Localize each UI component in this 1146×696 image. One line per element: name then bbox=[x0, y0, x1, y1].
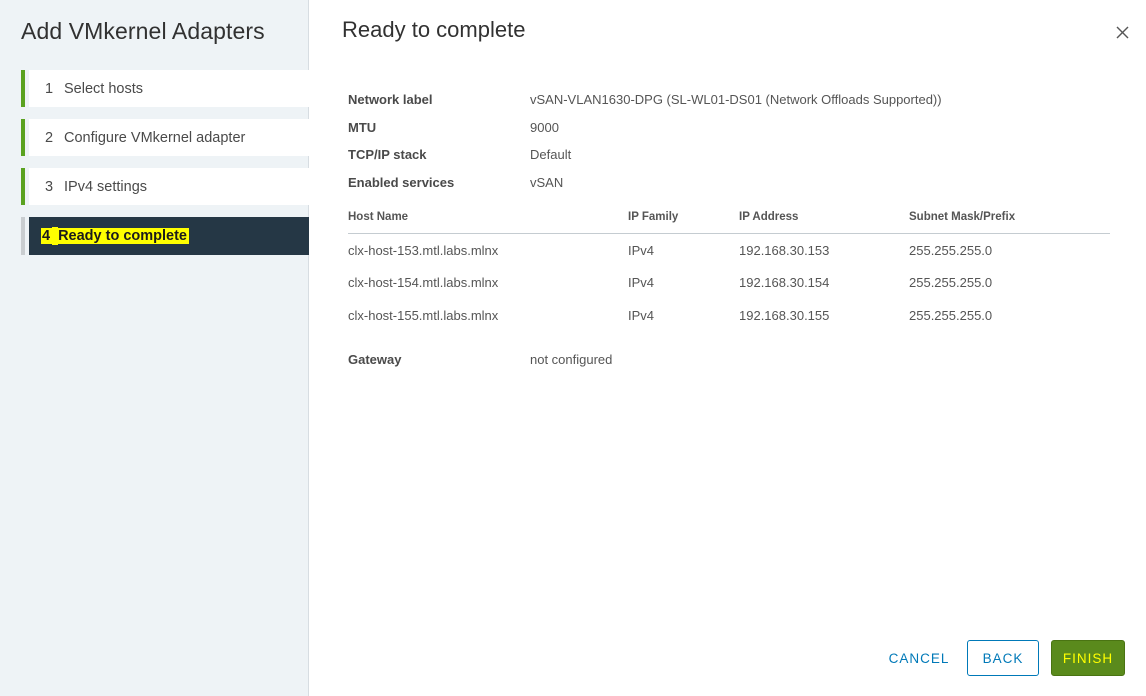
mtu-value: 9000 bbox=[530, 119, 559, 135]
step-label: Ready to complete bbox=[58, 228, 189, 244]
step-number: 4 bbox=[41, 228, 53, 244]
gateway-row: Gateway not configured bbox=[348, 346, 612, 374]
ip-address-cell: 192.168.30.154 bbox=[739, 275, 830, 290]
hosts-table: Host Name IP Family IP Address Subnet Ma… bbox=[348, 209, 1110, 332]
gateway-key: Gateway bbox=[348, 352, 402, 368]
column-header-subnet-mask: Subnet Mask/Prefix bbox=[909, 209, 1110, 234]
step-label: IPv4 settings bbox=[64, 178, 148, 195]
column-header-ip-family: IP Family bbox=[628, 209, 739, 234]
step-number: 1 bbox=[45, 80, 54, 97]
host-name-cell: clx-host-153.mtl.labs.mlnx bbox=[348, 243, 499, 259]
adapter-summary: Network label vSAN-VLAN1630-DPG (SL-WL01… bbox=[348, 86, 942, 196]
step-label: Configure VMkernel adapter bbox=[64, 129, 246, 146]
tcpip-stack-row: TCP/IP stack Default bbox=[348, 141, 942, 169]
step-ready-to-complete[interactable]: 4 Ready to complete bbox=[21, 217, 309, 255]
network-label-value: vSAN-VLAN1630-DPG (SL-WL01-DS01 (Network… bbox=[530, 92, 942, 108]
host-name-cell: clx-host-154.mtl.labs.mlnx bbox=[348, 275, 499, 290]
table-row: clx-host-154.mtl.labs.mlnx IPv4 192.168.… bbox=[348, 266, 1110, 299]
mtu-row: MTU 9000 bbox=[348, 114, 942, 142]
step-select-hosts[interactable]: 1 Select hosts bbox=[21, 70, 309, 107]
table-header-row: Host Name IP Family IP Address Subnet Ma… bbox=[348, 209, 1110, 234]
tcpip-stack-key: TCP/IP stack bbox=[348, 147, 427, 163]
step-number: 3 bbox=[45, 178, 54, 195]
wizard-content: Ready to complete Network label vSAN-VLA… bbox=[309, 0, 1146, 696]
enabled-services-key: Enabled services bbox=[348, 174, 455, 190]
subnet-mask-cell: 255.255.255.0 bbox=[909, 308, 993, 323]
table-row: clx-host-155.mtl.labs.mlnx IPv4 192.168.… bbox=[348, 299, 1110, 332]
column-header-host-name: Host Name bbox=[348, 209, 628, 234]
ip-address-cell: 192.168.30.155 bbox=[739, 308, 830, 323]
page-title: Ready to complete bbox=[342, 17, 526, 42]
network-label-row: Network label vSAN-VLAN1630-DPG (SL-WL01… bbox=[348, 86, 942, 114]
close-button[interactable] bbox=[1113, 23, 1133, 43]
host-name-cell: clx-host-155.mtl.labs.mlnx bbox=[348, 308, 499, 323]
cancel-button[interactable]: CANCEL bbox=[882, 640, 956, 676]
mtu-key: MTU bbox=[348, 119, 377, 135]
wizard-title: Add VMkernel Adapters bbox=[21, 18, 265, 44]
step-label: Select hosts bbox=[64, 80, 143, 97]
back-button[interactable]: BACK bbox=[967, 640, 1039, 676]
step-number: 2 bbox=[45, 129, 54, 146]
wizard-step-nav: Add VMkernel Adapters 1 Select hosts 2 C… bbox=[0, 0, 309, 696]
tcpip-stack-value: Default bbox=[530, 147, 572, 163]
add-vmkernel-adapters-wizard: Add VMkernel Adapters 1 Select hosts 2 C… bbox=[0, 0, 1146, 696]
subnet-mask-cell: 255.255.255.0 bbox=[909, 275, 993, 290]
table-row: clx-host-153.mtl.labs.mlnx IPv4 192.168.… bbox=[348, 233, 1110, 266]
ip-family-cell: IPv4 bbox=[628, 308, 655, 323]
close-icon bbox=[1116, 26, 1129, 39]
column-header-ip-address: IP Address bbox=[739, 209, 909, 234]
finish-button[interactable]: FINISH bbox=[1051, 640, 1125, 676]
enabled-services-row: Enabled services vSAN bbox=[348, 169, 942, 197]
subnet-mask-cell: 255.255.255.0 bbox=[909, 243, 993, 259]
gateway-value: not configured bbox=[530, 352, 613, 368]
step-list: 1 Select hosts 2 Configure VMkernel adap… bbox=[21, 70, 309, 267]
ip-family-cell: IPv4 bbox=[628, 275, 655, 290]
ip-family-cell: IPv4 bbox=[628, 243, 655, 259]
network-label-key: Network label bbox=[348, 92, 433, 108]
ip-address-cell: 192.168.30.153 bbox=[739, 243, 830, 259]
step-configure-vmkernel-adapter[interactable]: 2 Configure VMkernel adapter bbox=[21, 119, 309, 156]
step-ipv4-settings[interactable]: 3 IPv4 settings bbox=[21, 168, 309, 205]
enabled-services-value: vSAN bbox=[530, 174, 564, 190]
